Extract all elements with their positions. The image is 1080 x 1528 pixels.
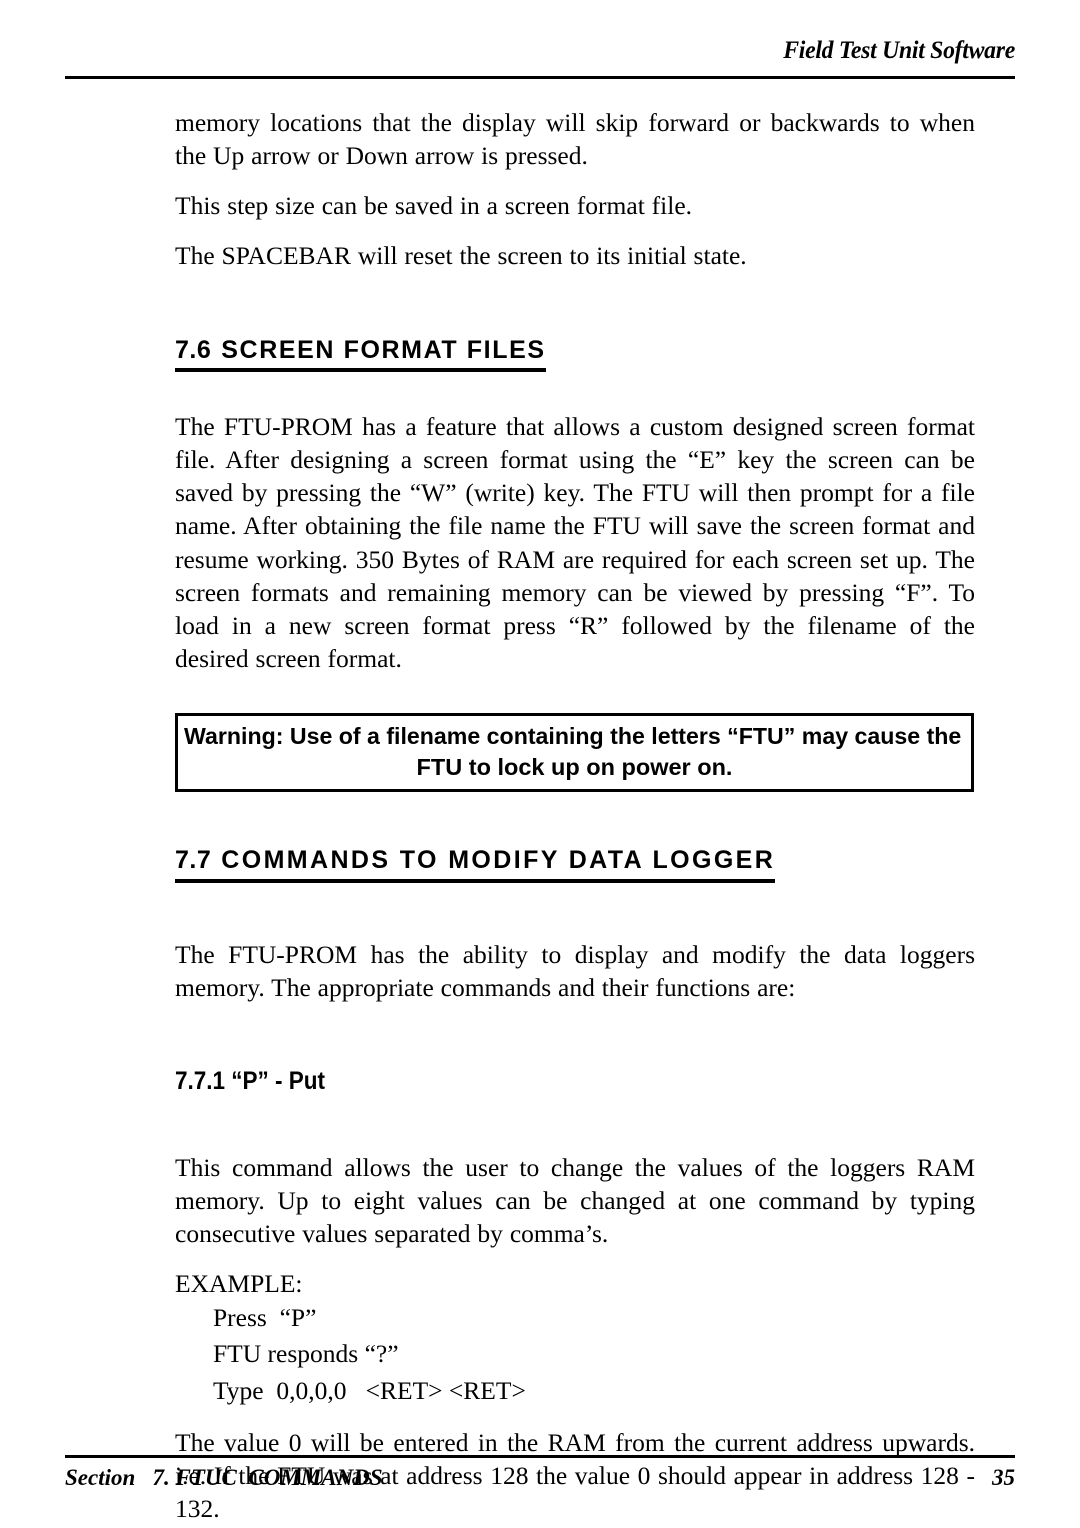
section-title-7-7: COMMANDS TO MODIFY DATA LOGGER [221,846,776,875]
section-number-7-6: 7.6 [175,335,212,364]
subsection-heading-7-7-1-wrapper: 7.7.1 “P” - Put [175,1068,975,1096]
paragraph-7-7-1-body: This command allows the user to change t… [175,1152,975,1248]
document-page: Field Test Unit Software memory location… [0,0,1080,1528]
paragraph-memory-locations: memory locations that the display will s… [175,108,975,171]
warning-box: Warning: Use of a filename containing th… [175,713,974,793]
section-heading-7-6: 7.6 SCREEN FORMAT FILES [175,335,546,373]
footer-rule [65,1455,1015,1458]
example-label: EXAMPLE: [175,1268,303,1298]
paragraph-7-7-body: The FTU-PROM has the ability to display … [175,939,975,1002]
header-rule [65,76,1015,79]
paragraph-7-6-body: The FTU-PROM has a feature that allows a… [175,412,975,674]
warning-line-1: Warning: Use of a filename containing th… [184,723,962,750]
warning-line-2: FTU to lock up on power on. [416,753,733,780]
section-title-7-6: SCREEN FORMAT FILES [221,335,546,364]
footer-section-label: Section 7. FTUC COMMANDS [65,1465,383,1490]
paragraph-spacebar: The SPACEBAR will reset the screen to it… [175,241,747,271]
example-step: Type 0,0,0,0 <RET> <RET> [213,1375,526,1405]
running-header: Field Test Unit Software [65,38,1015,63]
subsection-heading-7-7-1: 7.7.1 “P” - Put [175,1067,326,1096]
section-heading-7-6-wrapper: 7.6 SCREEN FORMAT FILES [175,335,975,373]
footer-page-number: 35 [992,1465,1015,1490]
example-step: Press “P” [213,1303,317,1333]
page-footer: Section 7. FTUC COMMANDS 35 [65,1465,1015,1491]
page-content: memory locations that the display will s… [175,106,975,1525]
section-heading-7-7: 7.7 COMMANDS TO MODIFY DATA LOGGER [175,846,776,883]
header-title: Field Test Unit Software [783,37,1015,64]
example-step: FTU responds “?” [213,1339,399,1369]
section-heading-7-7-wrapper: 7.7 COMMANDS TO MODIFY DATA LOGGER [175,847,975,883]
section-number-7-7: 7.7 [175,846,212,875]
example-step-list: Press “P” FTU responds “?” Type 0,0,0,0 … [175,1300,975,1409]
paragraph-step-size: This step size can be saved in a screen … [175,191,693,221]
